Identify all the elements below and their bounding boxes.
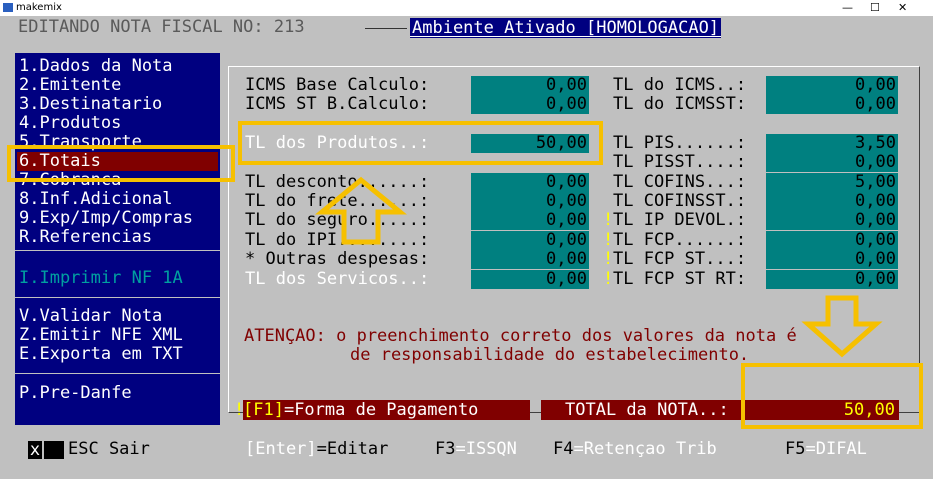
field-outras-despesas[interactable]: 0,00 (471, 250, 589, 269)
maximize-button[interactable]: ☐ (870, 1, 880, 14)
label-tl-cofinsst: TL COFINSST.: (613, 191, 747, 211)
warning-mark: ! (603, 230, 614, 250)
window-title-bar: makemix — ☐ ✕ (0, 0, 933, 16)
label-tl-fcp-st-rt: TL FCP ST RT: (613, 269, 747, 289)
total-nota-value: 50,00 (843, 400, 895, 420)
menu-item-exp-imp[interactable]: 9.Exp/Imp/Compras (19, 209, 193, 228)
atencao-line-2: de responsabilidade do estabelecimento. (350, 345, 750, 365)
menu-item-imprimir[interactable]: I.Imprimir NF 1A (19, 269, 183, 288)
app-icon (3, 3, 13, 12)
total-nota-bar: TOTAL da NOTA..: 50,00 (541, 400, 899, 420)
menu-item-inf-adicional[interactable]: 8.Inf.Adicional (19, 190, 173, 209)
field-icms-st-base[interactable]: 0,00 (471, 95, 589, 114)
warning-mark: ! (603, 210, 614, 230)
menu-item-destinatario[interactable]: 3.Destinatario (19, 95, 162, 114)
label-tl-fcp-st: TL FCP ST...: (613, 249, 747, 269)
label-tl-ip-devol: TL IP DEVOL.: (613, 210, 747, 230)
field-tl-pis[interactable]: 3,50 (766, 134, 898, 153)
console-area: EDITANDO NOTA FISCAL NO: 213 Ambiente At… (0, 16, 933, 479)
field-tl-fcp-st-rt[interactable]: 0,00 (766, 270, 898, 289)
esc-checkbox[interactable]: x (28, 441, 42, 459)
field-tl-fcp-st[interactable]: 0,00 (766, 250, 898, 269)
side-menu: 1.Dados da Nota 2.Emitente 3.Destinatari… (15, 53, 220, 425)
total-nota-label: TOTAL da NOTA..: (565, 400, 729, 420)
field-icms-base[interactable]: 0,00 (471, 76, 589, 95)
f5-key: F5 (785, 439, 806, 459)
field-tl-pisst[interactable]: 0,00 (766, 153, 898, 172)
esc-sair-label[interactable]: ESC Sair (68, 440, 150, 459)
menu-item-emitir[interactable]: Z.Emitir NFE XML (19, 326, 183, 345)
warning-mark: ! (603, 269, 614, 289)
menu-item-totais[interactable]: 6.Totais (19, 152, 101, 171)
field-tl-icms[interactable]: 0,00 (766, 76, 898, 95)
field-tl-ipi[interactable]: 0,00 (471, 231, 589, 250)
field-tl-icmsst[interactable]: 0,00 (766, 95, 898, 114)
label-tl-icms: TL do ICMS..: (613, 75, 747, 95)
menu-divider (15, 297, 220, 298)
field-tl-cofins[interactable]: 5,00 (766, 173, 898, 192)
f3-key: F3 (435, 439, 456, 459)
atencao-line-1: ATENÇAO: o preenchimento correto dos val… (244, 326, 797, 346)
ambiente-badge: Ambiente Ativado [HOMOLOGACAO] (410, 18, 722, 38)
field-tl-ip-devol[interactable]: 0,00 (766, 211, 898, 230)
f4-retencao-hint[interactable]: F4=Retençao Trib (553, 440, 717, 459)
f4-label: =Retençao Trib (573, 439, 717, 459)
label-tl-icmsst: TL do ICMSST: (613, 94, 747, 114)
field-tl-servicos[interactable]: 0,00 (471, 270, 589, 289)
f4-key: F4 (553, 439, 574, 459)
field-tl-desconto[interactable]: 0,00 (471, 173, 589, 192)
f1-key: [F1] (243, 400, 284, 420)
label-tl-cofins: TL COFINS...: (613, 172, 747, 192)
forma-pagamento-button[interactable]: [F1]=Forma de Pagamento (243, 400, 530, 420)
f3-label: =ISSQN (455, 439, 517, 459)
f3-issqn-hint[interactable]: F3=ISSQN (435, 440, 517, 459)
field-tl-produtos[interactable]: 50,00 (471, 134, 589, 153)
menu-divider (15, 250, 220, 251)
field-tl-fcp[interactable]: 0,00 (766, 231, 898, 250)
label-tl-pis: TL PIS......: (613, 133, 747, 153)
enter-editar-hint[interactable]: [Enter]=Editar (245, 440, 388, 459)
minimize-button[interactable]: — (842, 1, 853, 14)
window-title: makemix (16, 2, 62, 13)
label-icms-base: ICMS Base Calculo: (245, 75, 430, 95)
esc-cursor-block (44, 441, 64, 459)
menu-item-transporte[interactable]: 5.Transporte (19, 133, 142, 152)
close-button[interactable]: ✕ (898, 1, 907, 14)
warning-mark: ! (603, 249, 614, 269)
menu-item-exporta[interactable]: E.Exporta em TXT (19, 345, 183, 364)
menu-item-cobranca[interactable]: 7.Cobranca (19, 171, 121, 190)
menu-item-produtos[interactable]: 4.Produtos (19, 114, 121, 133)
menu-item-pre-danfe[interactable]: P.Pre-Danfe (19, 384, 132, 403)
label-icms-st-base: ICMS ST B.Calculo: (245, 94, 430, 114)
label-tl-produtos: TL dos Produtos..: (245, 133, 430, 153)
f5-label: =DIFAL (805, 439, 867, 459)
annotation-arrow-down-icon (801, 295, 883, 358)
label-tl-pisst: TL PISST....: (613, 152, 747, 172)
enter-key: [Enter] (245, 439, 317, 459)
forma-pagamento-label: =Forma de Pagamento (283, 400, 479, 420)
header-title: EDITANDO NOTA FISCAL NO: 213 (18, 17, 305, 37)
label-outras-despesas: * Outras despesas: (245, 249, 430, 269)
menu-item-referencias[interactable]: R.Referencias (19, 228, 152, 247)
enter-label: =Editar (316, 439, 389, 459)
menu-item-dados-nota[interactable]: 1.Dados da Nota (19, 57, 173, 76)
label-tl-servicos: TL dos Servicos..: (245, 269, 430, 289)
field-tl-seguro[interactable]: 0,00 (471, 211, 589, 230)
annotation-arrow-up-icon (315, 176, 407, 245)
menu-divider (15, 373, 220, 374)
field-tl-frete[interactable]: 0,00 (471, 192, 589, 211)
f5-difal-hint[interactable]: F5=DIFAL (785, 440, 867, 459)
field-tl-cofinsst[interactable]: 0,00 (766, 192, 898, 211)
label-tl-fcp: TL FCP......: (613, 230, 747, 250)
menu-item-emitente[interactable]: 2.Emitente (19, 76, 121, 95)
header-divider (365, 28, 407, 29)
menu-item-validar[interactable]: V.Validar Nota (19, 307, 162, 326)
